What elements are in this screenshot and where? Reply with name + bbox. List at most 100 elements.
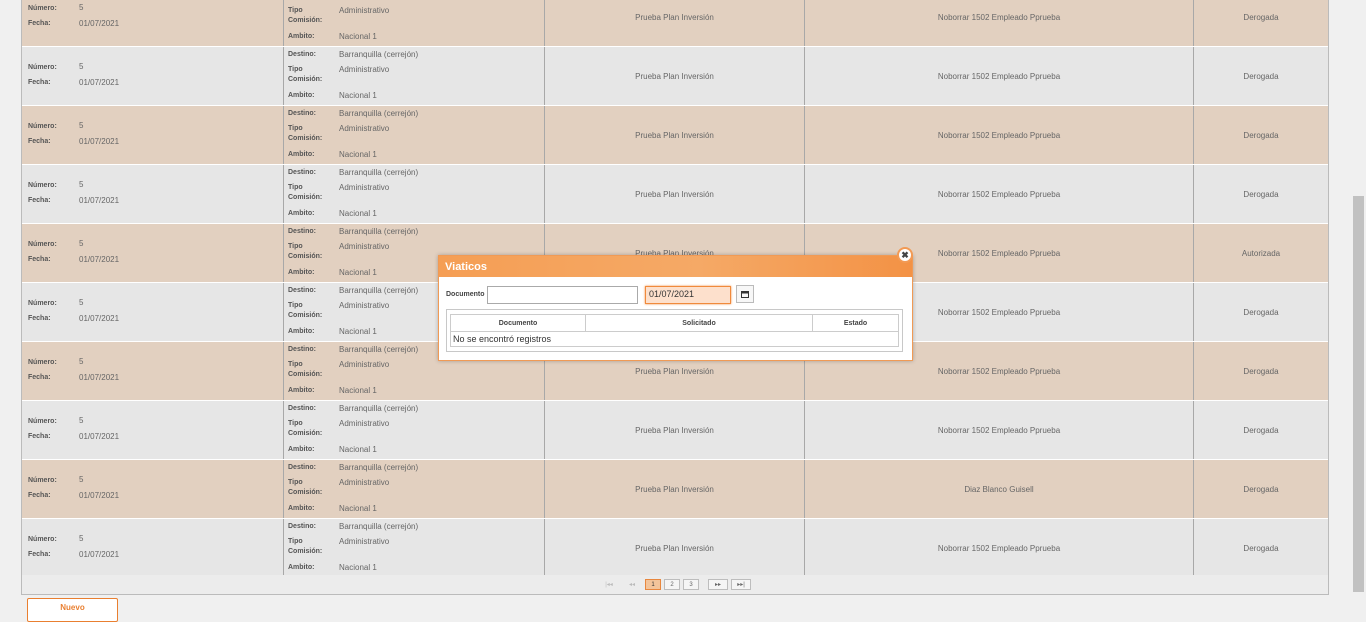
fecha-label: Fecha: [28, 374, 51, 381]
pager-page-3[interactable]: 3 [683, 579, 699, 590]
scrollbar-thumb[interactable] [1353, 196, 1364, 592]
destino-label: Destino: [288, 169, 316, 176]
fecha-value: 01/07/2021 [79, 78, 120, 87]
plan-cell: Prueba Plan Inversión [545, 106, 805, 164]
ambito-label: Ambito: [288, 387, 315, 394]
tipo-label: Tipo [288, 184, 303, 191]
destino-value: Barranquilla (cerrejón) [339, 404, 419, 413]
pager-next-button[interactable]: ▸▸ [708, 579, 728, 590]
table-row[interactable]: Número: 5 Fecha: 01/07/2021 Destino: Barranqu… [22, 47, 1328, 106]
estado-cell: Autorizada [1194, 224, 1328, 282]
empleado-value: Noborrar 1502 Empleado Pprueba [937, 12, 1061, 22]
empleado-cell: Noborrar 1502 Empleado Pprueba [805, 401, 1194, 459]
column-documento[interactable]: Documento [451, 315, 586, 331]
empty-message: No se encontró registros [450, 332, 899, 347]
numero-fecha-cell: Número: 5 Fecha: 01/07/2021 [22, 342, 284, 400]
plan-cell: Prueba Plan Inversión [545, 47, 805, 105]
tipo-value: Administrativo [339, 242, 390, 251]
close-icon[interactable]: ✖ [897, 247, 913, 263]
estado-cell: Derogada [1194, 519, 1328, 577]
ambito-label: Ambito: [288, 92, 315, 99]
table-row[interactable]: Número: 5 Fecha: 01/07/2021 Destino: Barranqu… [22, 401, 1328, 460]
comision-label: Comisión: [288, 76, 323, 83]
numero-fecha-cell: Número: 5 Fecha: 01/07/2021 [22, 283, 284, 341]
estado-value: Derogada [1243, 130, 1279, 140]
empleado-value: Noborrar 1502 Empleado Pprueba [937, 543, 1061, 553]
numero-value: 5 [79, 3, 84, 12]
pager-page-1[interactable]: 1 [645, 579, 661, 590]
viaticos-dialog: Viaticos ✖ Documento 01/07/2021 Document… [438, 247, 913, 361]
tipo-label: Tipo [288, 302, 303, 309]
vertical-scrollbar[interactable] [1351, 0, 1366, 616]
column-solicitado[interactable]: Solicitado [586, 315, 813, 331]
estado-value: Derogada [1243, 71, 1279, 81]
table-row[interactable]: Número: 5 Fecha: 01/07/2021 Destino: Barranqu… [22, 106, 1328, 165]
empleado-value: Noborrar 1502 Empleado Pprueba [937, 425, 1061, 435]
fecha-label: Fecha: [28, 20, 51, 27]
table-row[interactable]: Número:5Fecha:01/07/2021Destino:TipoAdmi… [22, 0, 1328, 47]
pager-page-2[interactable]: 2 [664, 579, 680, 590]
numero-value: 5 [79, 239, 84, 248]
numero-value: 5 [79, 475, 84, 484]
tipo-label: Tipo [288, 361, 303, 368]
ambito-label: Ambito: [288, 151, 315, 158]
fecha-value: 01/07/2021 [79, 491, 120, 500]
ambito-value: Nacional 1 [339, 327, 377, 336]
tipo-value: Administrativo [339, 65, 390, 74]
empleado-value: Noborrar 1502 Empleado Pprueba [937, 130, 1061, 140]
pager-first-button[interactable]: |◂◂ [599, 579, 619, 590]
tipo-label: Tipo [288, 479, 303, 486]
comision-label: Comisión: [288, 194, 323, 201]
destino-label: Destino: [288, 405, 316, 412]
fecha-label: Fecha: [28, 138, 51, 145]
destino-value: Barranquilla (cerrejón) [339, 168, 419, 177]
date-input[interactable]: 01/07/2021 [645, 286, 731, 304]
dialog-title: Viaticos [439, 256, 912, 277]
estado-cell: Derogada [1194, 460, 1328, 518]
column-estado[interactable]: Estado [813, 315, 898, 331]
numero-label: Número: [28, 536, 57, 543]
pager-last-button[interactable]: ▸▸| [731, 579, 751, 590]
destino-value: Barranquilla (cerrejón) [339, 286, 419, 295]
numero-value: 5 [79, 180, 84, 189]
estado-cell: Derogada [1194, 0, 1328, 46]
fecha-value: 01/07/2021 [79, 255, 120, 264]
estado-value: Autorizada [1241, 248, 1281, 258]
numero-label: Número: [28, 123, 57, 130]
calendar-button[interactable] [736, 285, 754, 303]
nuevo-button[interactable]: Nuevo [27, 598, 118, 622]
table-row[interactable]: Número: 5 Fecha: 01/07/2021 Destino: Barranqu… [22, 519, 1328, 578]
table-row[interactable]: Número: 5 Fecha: 01/07/2021 Destino: Barranqu… [22, 460, 1328, 519]
tipo-label: Tipo [288, 420, 303, 427]
ambito-label: Ambito: [288, 564, 315, 571]
destino-value: Barranquilla (cerrejón) [339, 50, 419, 59]
fecha-value: 01/07/2021 [79, 19, 120, 28]
comision-label: Comisión: [288, 371, 323, 378]
plan-value: Prueba Plan Inversión [635, 130, 714, 140]
empleado-cell: Noborrar 1502 Empleado Pprueba [805, 519, 1194, 577]
destino-value: Barranquilla (cerrejón) [339, 345, 419, 354]
numero-fecha-cell: Número: 5 Fecha: 01/07/2021 [22, 0, 284, 46]
estado-cell: Derogada [1194, 106, 1328, 164]
destino-label: Destino: [288, 287, 316, 294]
destino-cell: Destino: Barranquilla (cerrejón) Tipo Admin… [284, 401, 545, 459]
destino-value: Barranquilla (cerrejón) [339, 463, 419, 472]
documento-label: Documento [446, 291, 485, 298]
table-row[interactable]: Número: 5 Fecha: 01/07/2021 Destino: Barranqu… [22, 165, 1328, 224]
tipo-value: Administrativo [339, 537, 390, 546]
documento-input[interactable] [487, 286, 638, 304]
destino-label: Destino: [288, 523, 316, 530]
ambito-value: Nacional 1 [339, 445, 377, 454]
destino-label: Destino: [288, 346, 316, 353]
plan-cell: Prueba Plan Inversión [545, 401, 805, 459]
destino-value: Barranquilla (cerrejón) [339, 109, 419, 118]
numero-fecha-cell: Número: 5 Fecha: 01/07/2021 [22, 519, 284, 577]
numero-value: 5 [79, 298, 84, 307]
pager-prev-button[interactable]: ◂◂ [622, 579, 642, 590]
dialog-grid-header: Documento Solicitado Estado [450, 314, 899, 332]
plan-cell: Prueba Plan Inversión [545, 519, 805, 577]
ambito-value: Nacional 1 [339, 209, 377, 218]
ambito-value: Nacional 1 [339, 563, 377, 572]
destino-value: Barranquilla (cerrejón) [339, 522, 419, 531]
destino-cell: Destino: Barranquilla (cerrejón) Tipo Admin… [284, 460, 545, 518]
